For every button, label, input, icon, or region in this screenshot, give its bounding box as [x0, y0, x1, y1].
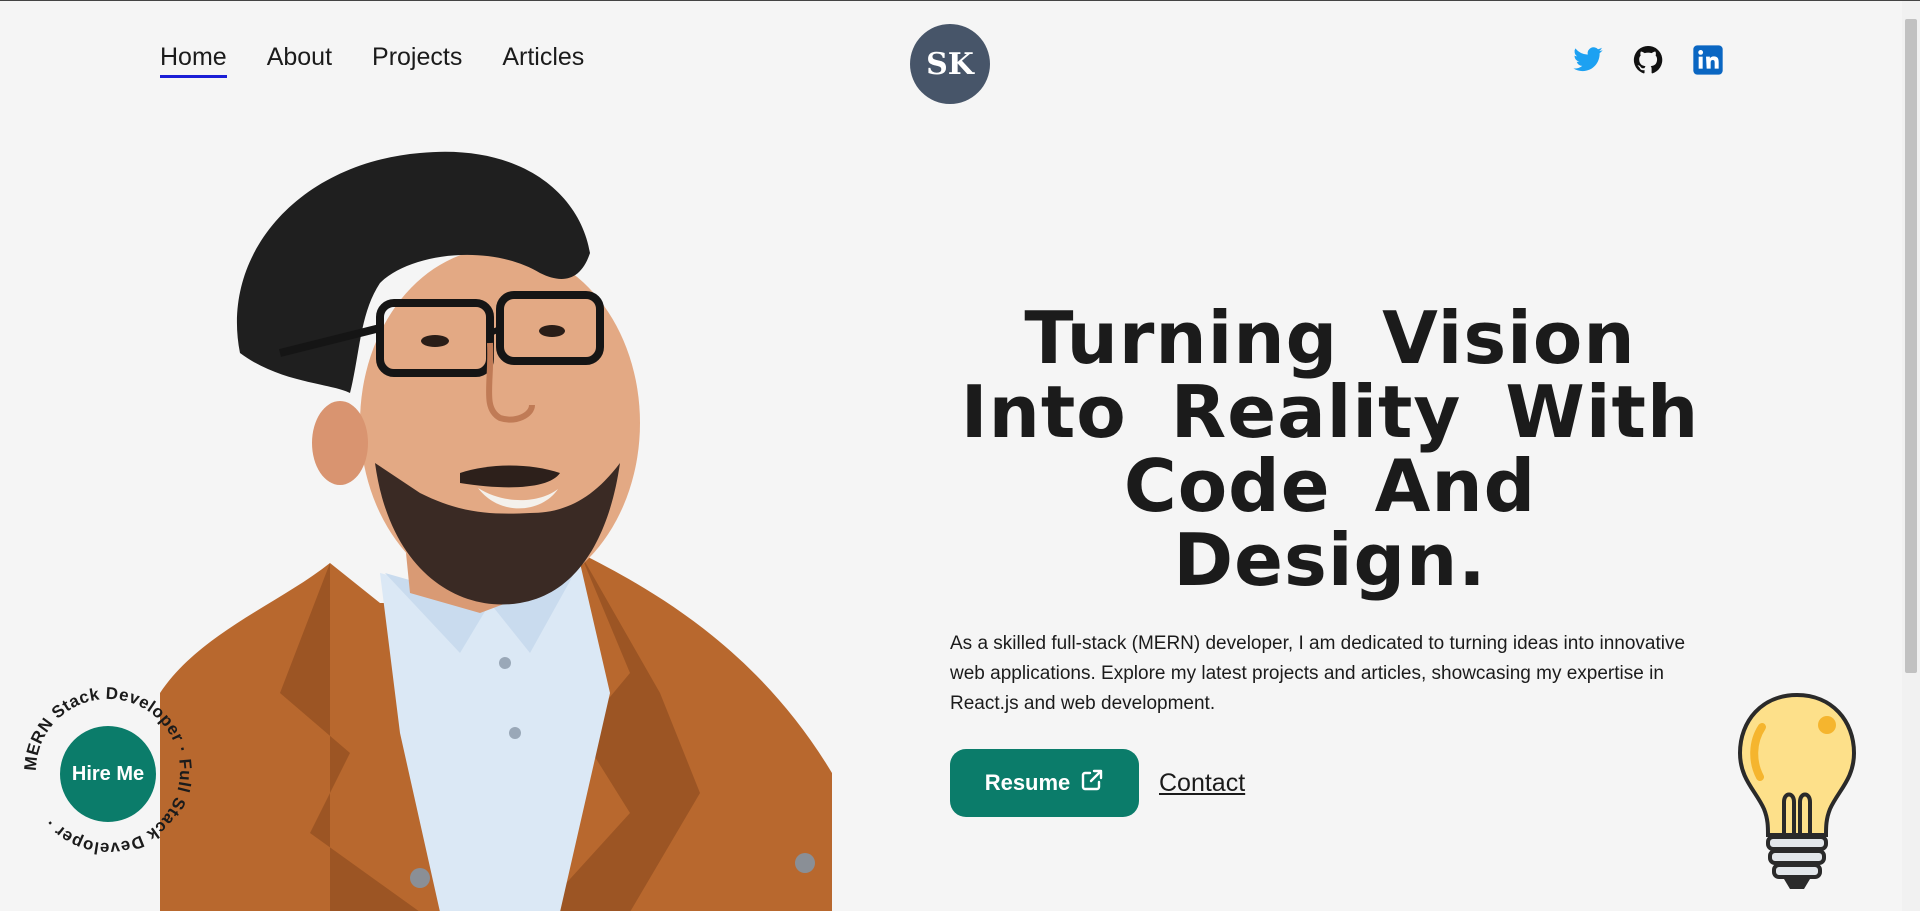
site-logo[interactable]: SK	[910, 24, 990, 104]
nav-home[interactable]: Home	[160, 43, 227, 78]
social-links	[1572, 44, 1724, 76]
resume-button[interactable]: Resume	[950, 749, 1139, 817]
scrollbar-track[interactable]	[1902, 1, 1920, 911]
hero-section: Turning Vision Into Reality With Code An…	[950, 301, 1710, 817]
contact-link[interactable]: Contact	[1159, 769, 1245, 798]
lightbulb-icon	[1737, 692, 1857, 889]
resume-label: Resume	[984, 770, 1071, 795]
twitter-icon[interactable]	[1572, 44, 1604, 76]
scrollbar-thumb[interactable]	[1905, 19, 1917, 673]
linkedin-icon[interactable]	[1692, 44, 1724, 76]
nav-articles[interactable]: Articles	[502, 43, 584, 78]
github-icon[interactable]	[1632, 44, 1664, 76]
nav-about[interactable]: About	[267, 43, 332, 78]
cta-group: Resume Contact	[950, 749, 1710, 817]
hero-description: As a skilled full-stack (MERN) developer…	[950, 633, 1686, 714]
main-nav: Home About Projects Articles	[160, 43, 584, 78]
hero-heading: Turning Vision Into Reality With Code An…	[960, 296, 1700, 602]
external-link-icon	[1080, 768, 1104, 798]
nav-projects[interactable]: Projects	[372, 43, 462, 78]
profile-portrait	[160, 133, 832, 911]
hire-me-button[interactable]: Hire Me	[58, 724, 158, 824]
